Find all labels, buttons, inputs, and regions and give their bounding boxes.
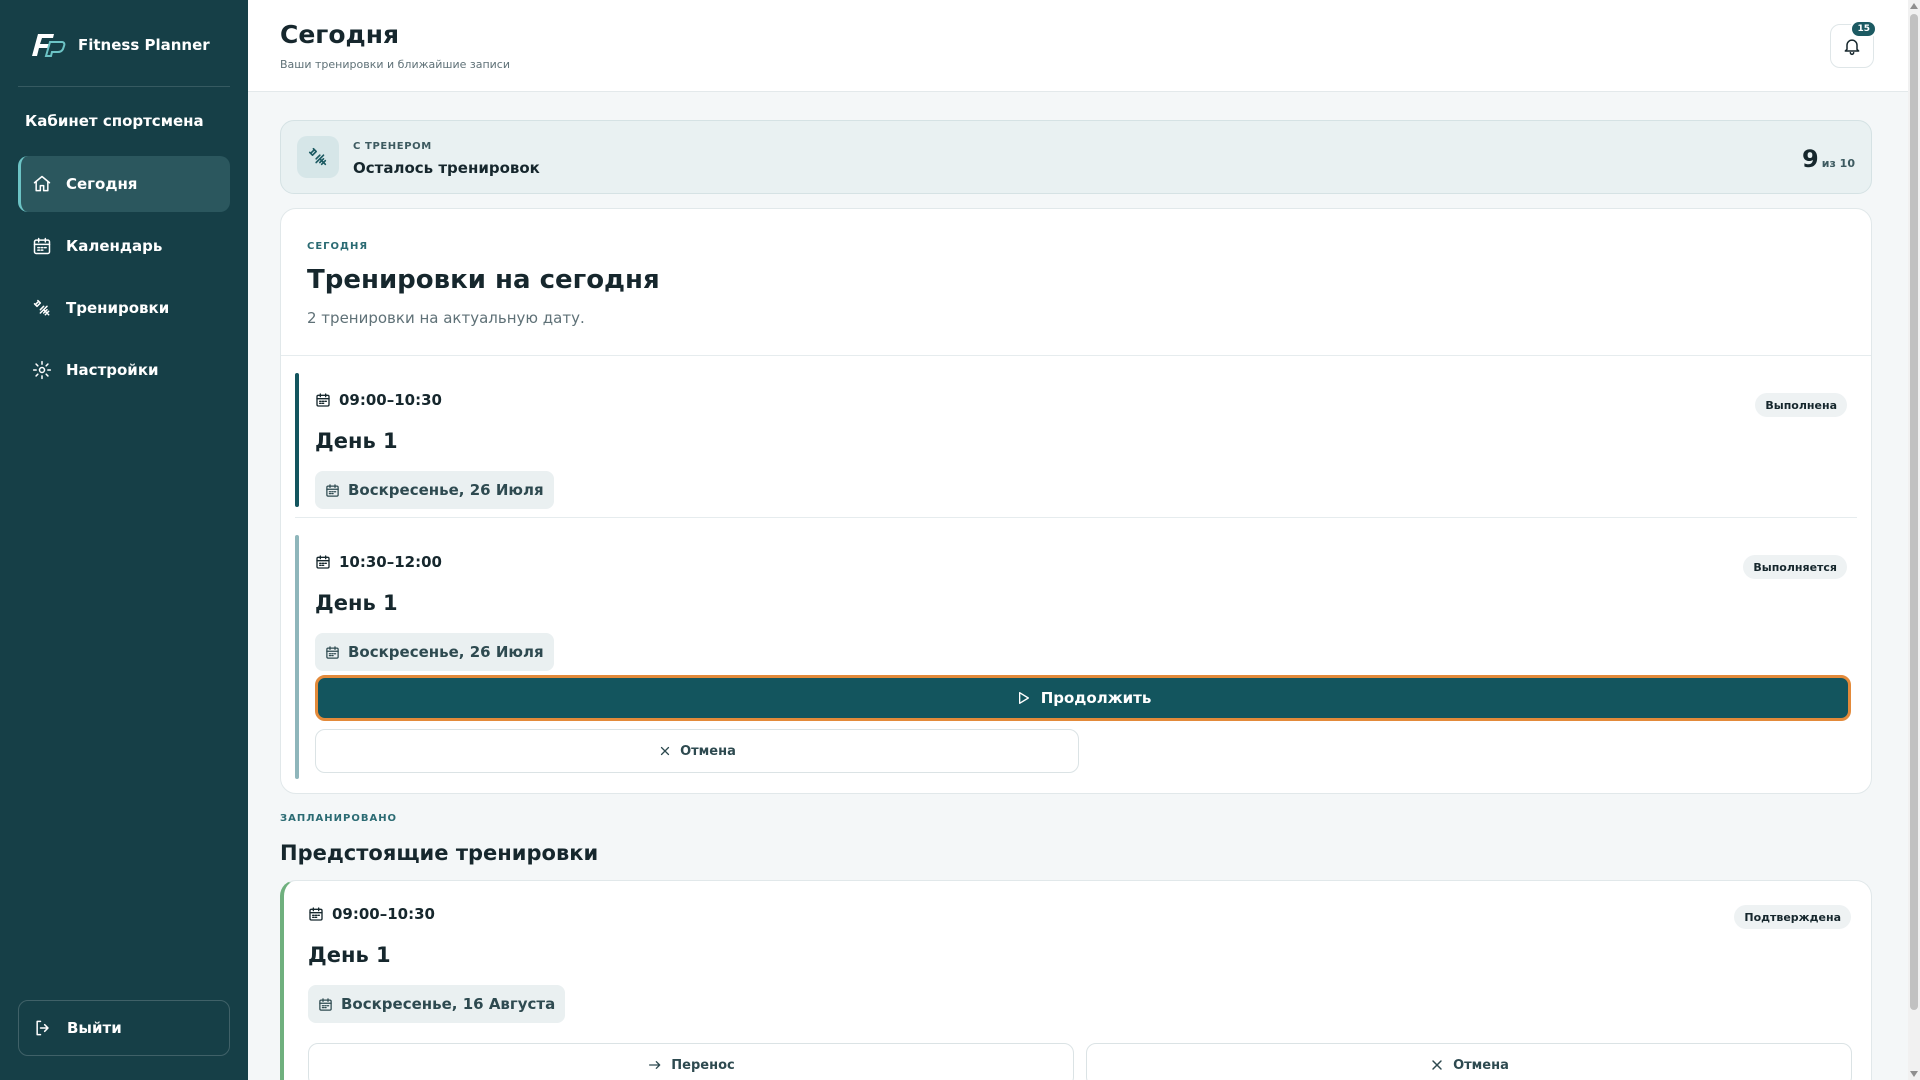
remaining-label: Осталось тренировок <box>353 159 540 177</box>
continue-button[interactable]: Продолжить <box>315 675 1851 721</box>
arrow-right-icon <box>649 1061 661 1069</box>
today-kicker: СЕГОДНЯ <box>307 241 369 252</box>
session-date-text: Воскресенье, 16 Августа <box>341 995 556 1013</box>
today-description: 2 тренировки на актуальную дату. <box>307 309 585 327</box>
notifications-button[interactable]: 15 <box>1830 20 1877 68</box>
scroll-up-arrow-icon[interactable] <box>1910 3 1918 9</box>
reschedule-button[interactable]: Перенос <box>308 1043 1074 1080</box>
page-subtitle: Ваши тренировки и ближайшие записи <box>280 58 510 71</box>
divider <box>281 355 1871 356</box>
sidebar-item-today[interactable]: Сегодня <box>18 156 230 212</box>
session-date-chip: Воскресенье, 26 Июля <box>315 633 554 671</box>
reschedule-label: Перенос <box>671 1057 735 1073</box>
remaining-count: 9 <box>1802 145 1819 173</box>
sidebar-nav: Сегодня Календарь Тренировки Настройки <box>18 156 230 404</box>
cancel-button[interactable]: Отмена <box>1086 1043 1852 1080</box>
scroll-down-arrow-icon[interactable] <box>1910 1071 1918 1077</box>
today-session-1[interactable]: 09:00–10:30 День 1 Воскресенье, 26 Июля … <box>295 373 1857 509</box>
session-time-text: 09:00–10:30 <box>339 391 442 409</box>
session-time-text: 09:00–10:30 <box>332 905 435 923</box>
sidebar-divider <box>18 86 230 87</box>
calendar-icon <box>319 997 332 1011</box>
remaining-counter: 9 из 10 <box>1802 145 1855 173</box>
calendar-icon <box>316 393 330 407</box>
status-badge: Выполнена <box>1755 393 1847 417</box>
bell-icon <box>1844 39 1860 56</box>
session-time-text: 10:30–12:00 <box>339 553 442 571</box>
session-time: 09:00–10:30 <box>308 905 435 923</box>
sidebar-item-settings[interactable]: Настройки <box>18 342 230 398</box>
sidebar-item-workouts[interactable]: Тренировки <box>18 280 230 336</box>
calendar-icon <box>316 555 330 569</box>
dumbbell-icon <box>33 299 50 316</box>
session-date-text: Воскресенье, 26 Июля <box>348 643 544 661</box>
upcoming-session-card: 09:00–10:30 День 1 Воскресенье, 16 Авгус… <box>280 880 1872 1080</box>
today-title: Тренировки на сегодня <box>307 265 660 295</box>
upcoming-kicker: ЗАПЛАНИРОВАНО <box>280 813 398 824</box>
session-accent-bar <box>295 373 299 507</box>
play-icon <box>1018 692 1029 704</box>
calendar-icon <box>326 483 339 497</box>
sidebar: Fitness Planner Кабинет спортсмена Сегод… <box>0 0 248 1080</box>
status-badge: Выполняется <box>1743 555 1847 579</box>
dumbbell-icon <box>308 147 327 166</box>
app-name: Fitness Planner <box>78 36 210 54</box>
sidebar-item-label: Настройки <box>66 361 159 379</box>
logout-label: Выйти <box>67 1019 122 1037</box>
sidebar-item-label: Сегодня <box>66 175 138 193</box>
brand[interactable]: Fitness Planner <box>26 30 210 60</box>
page-title: Сегодня <box>280 20 400 49</box>
session-time: 10:30–12:00 <box>315 553 442 571</box>
fp-logo-icon <box>32 34 66 57</box>
notifications-badge: 15 <box>1850 20 1877 38</box>
home-icon <box>33 175 51 192</box>
session-date-text: Воскресенье, 26 Июля <box>348 481 544 499</box>
session-name: День 1 <box>308 943 391 967</box>
status-badge: Подтверждена <box>1734 905 1851 929</box>
close-icon <box>660 746 670 756</box>
page-scrollbar[interactable] <box>1908 0 1920 1080</box>
cancel-button[interactable]: Отмена <box>315 729 1079 773</box>
today-session-2: 10:30–12:00 День 1 Воскресенье, 26 Июля … <box>295 535 1857 779</box>
upcoming-title: Предстоящие тренировки <box>280 841 599 865</box>
cancel-label: Отмена <box>1453 1057 1509 1073</box>
remaining-icon-box <box>297 136 339 178</box>
today-workouts-card: СЕГОДНЯ Тренировки на сегодня 2 трениров… <box>280 208 1872 794</box>
logout-button[interactable]: Выйти <box>18 1000 230 1056</box>
calendar-icon <box>326 645 339 659</box>
gear-icon <box>32 360 52 380</box>
remaining-sessions-card: С ТРЕНЕРОМ Осталось тренировок 9 из 10 <box>280 120 1872 194</box>
session-name: День 1 <box>315 429 398 453</box>
sidebar-item-label: Тренировки <box>66 299 170 317</box>
sidebar-section-title: Кабинет спортсмена <box>25 112 204 130</box>
calendar-icon <box>309 907 323 921</box>
session-time: 09:00–10:30 <box>315 391 442 409</box>
session-date-chip: Воскресенье, 16 Августа <box>308 985 566 1023</box>
scroll-thumb[interactable] <box>1910 14 1918 1010</box>
page-header: Сегодня Ваши тренировки и ближайшие запи… <box>248 0 1908 92</box>
remaining-total: из 10 <box>1821 157 1855 170</box>
session-accent-bar <box>295 535 299 779</box>
calendar-icon <box>33 237 51 255</box>
close-icon <box>1432 1060 1442 1070</box>
remaining-kicker: С ТРЕНЕРОМ <box>353 141 432 152</box>
session-name: День 1 <box>315 591 398 615</box>
logout-icon <box>36 1020 49 1036</box>
continue-label: Продолжить <box>1040 689 1152 707</box>
sidebar-item-calendar[interactable]: Календарь <box>18 218 230 274</box>
sidebar-item-label: Календарь <box>66 237 163 255</box>
session-date-chip: Воскресенье, 26 Июля <box>315 471 554 509</box>
divider <box>295 517 1857 518</box>
cancel-label: Отмена <box>680 743 736 759</box>
